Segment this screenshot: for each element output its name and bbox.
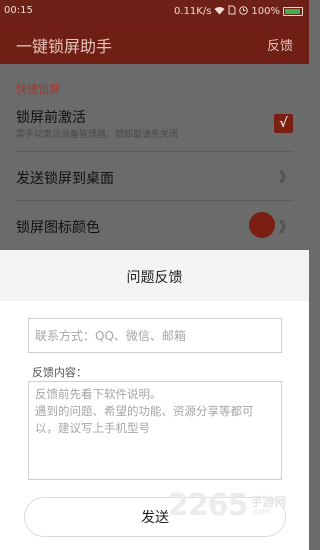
chevron-right-icon: 》 — [279, 220, 293, 236]
app-bar: 一键锁屏助手 反馈 — [0, 22, 309, 64]
setting-title: 发送锁屏到桌面 — [16, 171, 114, 187]
watermark-logo: 2265 手游网 .com — [168, 488, 287, 523]
color-swatch[interactable] — [249, 212, 275, 238]
activate-checkbox[interactable]: √ — [274, 114, 293, 133]
feedback-textarea[interactable] — [28, 381, 282, 480]
watermark-domain: .com — [250, 506, 271, 516]
setting-icon-color[interactable]: 锁屏图标颜色 》 — [16, 201, 293, 250]
setting-activate-before-lock[interactable]: 锁屏前激活 需手动激活设备管理器，想卸载请先关闭 √ — [16, 104, 293, 152]
watermark-text: 手游网 — [250, 494, 287, 509]
clock-icon — [239, 5, 249, 18]
setting-send-to-desktop[interactable]: 发送锁屏到桌面 》 — [16, 152, 293, 201]
feedback-dialog: 问题反馈 反馈内容： 发送 2265 手游网 .com — [0, 250, 309, 550]
setting-subtitle: 需手动激活设备管理器，想卸载请先关闭 — [16, 130, 179, 140]
chevron-right-icon: 》 — [279, 170, 293, 186]
app-title: 一键锁屏助手 — [16, 37, 113, 56]
battery-percent: 100% — [251, 6, 280, 17]
dialog-title: 问题反馈 — [126, 270, 183, 286]
dialog-header: 问题反馈 — [0, 250, 309, 301]
feedback-label: 反馈内容： — [32, 366, 87, 379]
feedback-menu-button[interactable]: 反馈 — [267, 35, 293, 54]
sim-icon — [228, 5, 236, 18]
watermark-number: 2265 — [168, 488, 248, 523]
section-title: 快捷锁屏 — [16, 83, 60, 96]
setting-title: 锁屏图标颜色 — [16, 220, 100, 236]
contact-input[interactable] — [28, 318, 282, 353]
battery-icon — [283, 7, 303, 16]
settings-list: 快捷锁屏 锁屏前激活 需手动激活设备管理器，想卸载请先关闭 √ 发送锁屏到桌面 … — [0, 64, 309, 250]
network-speed: 0.11K/s — [174, 6, 212, 17]
status-time: 00:15 — [4, 5, 33, 16]
setting-title: 锁屏前激活 — [16, 110, 86, 126]
wifi-icon — [214, 6, 225, 18]
status-icons: 0.11K/s 100% — [174, 5, 303, 18]
status-bar: 00:15 0.11K/s 100% — [0, 0, 309, 22]
